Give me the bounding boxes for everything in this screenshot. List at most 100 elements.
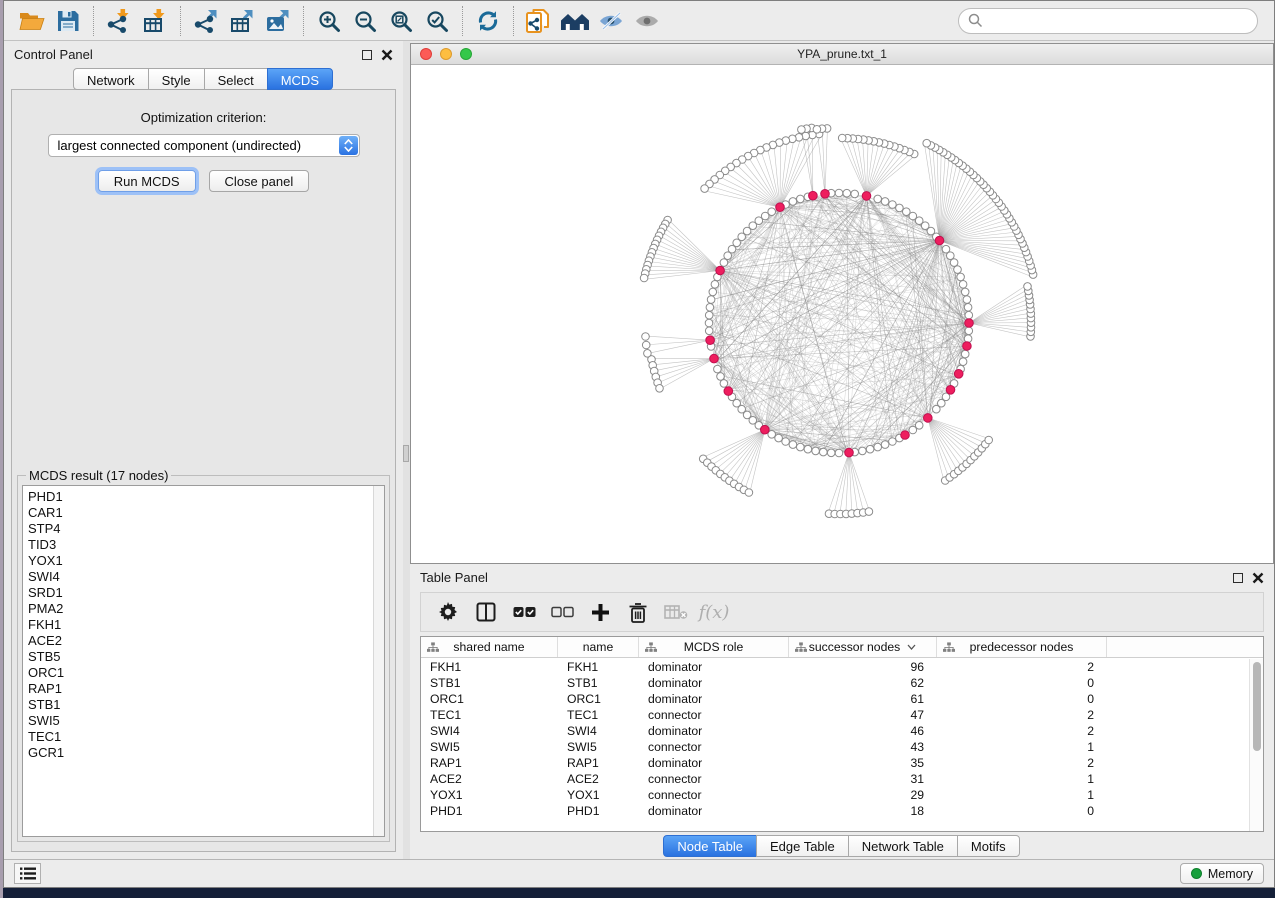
- network-node[interactable]: [644, 350, 652, 358]
- search-box[interactable]: [958, 8, 1258, 34]
- zoom-fit-button[interactable]: [383, 5, 419, 37]
- network-node[interactable]: [957, 273, 965, 281]
- cell-successor_nodes[interactable]: 29: [789, 788, 937, 802]
- float-panel-icon[interactable]: [362, 50, 372, 60]
- network-node[interactable]: [797, 195, 805, 203]
- cell-shared_name[interactable]: RAP1: [421, 756, 558, 770]
- cell-mcds_role[interactable]: connector: [639, 788, 789, 802]
- network-node[interactable]: [950, 259, 958, 267]
- tab-network[interactable]: Network: [73, 68, 149, 90]
- mcds-node[interactable]: [724, 387, 733, 396]
- cell-shared_name[interactable]: STB1: [421, 676, 558, 690]
- panel-splitter[interactable]: [403, 41, 410, 859]
- export-image-button[interactable]: [260, 5, 296, 37]
- network-node[interactable]: [942, 245, 950, 253]
- network-node[interactable]: [711, 281, 719, 289]
- cell-mcds_role[interactable]: dominator: [639, 660, 789, 674]
- network-node[interactable]: [964, 304, 972, 312]
- mcds-node[interactable]: [963, 342, 972, 351]
- mcds-list-item[interactable]: STP4: [28, 521, 370, 537]
- network-node[interactable]: [889, 438, 897, 446]
- table-scrollbar-thumb[interactable]: [1253, 662, 1261, 751]
- toggle-views-button[interactable]: [467, 595, 505, 629]
- network-node[interactable]: [889, 201, 897, 209]
- network-node[interactable]: [835, 449, 843, 457]
- network-node[interactable]: [963, 296, 971, 304]
- run-mcds-button[interactable]: Run MCDS: [98, 170, 196, 192]
- network-node[interactable]: [640, 274, 648, 282]
- tab-node-table[interactable]: Node Table: [663, 835, 757, 857]
- mcds-list-item[interactable]: SWI5: [28, 713, 370, 729]
- network-node[interactable]: [923, 139, 931, 147]
- delete-selected-button[interactable]: [619, 595, 657, 629]
- table-row[interactable]: STB1STB1dominator620: [421, 675, 1249, 691]
- zoom-selected-button[interactable]: [419, 5, 455, 37]
- tab-motifs[interactable]: Motifs: [957, 835, 1020, 857]
- mcds-list-item[interactable]: SRD1: [28, 585, 370, 601]
- cell-name[interactable]: ACE2: [558, 772, 639, 786]
- network-node[interactable]: [705, 319, 713, 327]
- network-node[interactable]: [838, 134, 846, 142]
- sort-chevron-icon[interactable]: [907, 644, 916, 650]
- network-window-titlebar[interactable]: YPA_prune.txt_1: [411, 44, 1273, 65]
- mcds-list-item[interactable]: TID3: [28, 537, 370, 553]
- import-table-button[interactable]: [137, 5, 173, 37]
- tab-network-table[interactable]: Network Table: [848, 835, 958, 857]
- network-node[interactable]: [961, 350, 969, 358]
- cell-predecessor_nodes[interactable]: 2: [937, 660, 1107, 674]
- network-node[interactable]: [717, 373, 725, 381]
- mcds-list-item[interactable]: ORC1: [28, 665, 370, 681]
- cell-name[interactable]: SWI5: [558, 740, 639, 754]
- cell-successor_nodes[interactable]: 61: [789, 692, 937, 706]
- cell-predecessor_nodes[interactable]: 0: [937, 804, 1107, 818]
- cell-shared_name[interactable]: PHD1: [421, 804, 558, 818]
- network-node[interactable]: [701, 185, 709, 193]
- tab-select[interactable]: Select: [204, 68, 268, 90]
- mcds-list-item[interactable]: ACE2: [28, 633, 370, 649]
- zoom-out-button[interactable]: [347, 5, 383, 37]
- network-node[interactable]: [775, 434, 783, 442]
- network-node[interactable]: [642, 341, 650, 349]
- mcds-list-item[interactable]: FKH1: [28, 617, 370, 633]
- cell-predecessor_nodes[interactable]: 1: [937, 772, 1107, 786]
- table-row[interactable]: SWI5SWI5connector431: [421, 739, 1249, 755]
- network-node[interactable]: [705, 311, 713, 319]
- network-node[interactable]: [820, 448, 828, 456]
- network-node[interactable]: [789, 441, 797, 449]
- mcds-node[interactable]: [706, 336, 715, 345]
- cell-predecessor_nodes[interactable]: 0: [937, 692, 1107, 706]
- cell-name[interactable]: YOX1: [558, 788, 639, 802]
- network-node[interactable]: [705, 327, 713, 335]
- network-node[interactable]: [798, 126, 806, 134]
- cell-predecessor_nodes[interactable]: 2: [937, 708, 1107, 722]
- mcds-list-item[interactable]: SWI4: [28, 569, 370, 585]
- cell-predecessor_nodes[interactable]: 1: [937, 788, 1107, 802]
- network-node[interactable]: [709, 288, 717, 296]
- cell-predecessor_nodes[interactable]: 2: [937, 756, 1107, 770]
- mcds-list-item[interactable]: YOX1: [28, 553, 370, 569]
- network-node[interactable]: [720, 259, 728, 267]
- mcds-node[interactable]: [716, 266, 725, 275]
- network-node[interactable]: [881, 441, 889, 449]
- network-node[interactable]: [782, 438, 790, 446]
- network-node[interactable]: [714, 365, 722, 373]
- cell-successor_nodes[interactable]: 47: [789, 708, 937, 722]
- hide-selected-button[interactable]: [593, 5, 629, 37]
- network-node[interactable]: [985, 436, 993, 444]
- mcds-node[interactable]: [710, 354, 719, 363]
- task-history-button[interactable]: [14, 863, 41, 884]
- network-node[interactable]: [959, 281, 967, 289]
- network-node[interactable]: [881, 198, 889, 206]
- mcds-list-item[interactable]: STB1: [28, 697, 370, 713]
- mcds-node[interactable]: [965, 319, 974, 328]
- mcds-node[interactable]: [845, 448, 854, 457]
- mcds-node[interactable]: [935, 236, 944, 245]
- cell-shared_name[interactable]: TEC1: [421, 708, 558, 722]
- cell-predecessor_nodes[interactable]: 2: [937, 724, 1107, 738]
- mcds-node[interactable]: [946, 386, 955, 395]
- column-header-successor-nodes[interactable]: successor nodes: [789, 637, 937, 657]
- close-panel-icon[interactable]: [1252, 572, 1264, 584]
- cell-successor_nodes[interactable]: 96: [789, 660, 937, 674]
- mcds-node[interactable]: [809, 191, 818, 200]
- select-all-button[interactable]: [505, 595, 543, 629]
